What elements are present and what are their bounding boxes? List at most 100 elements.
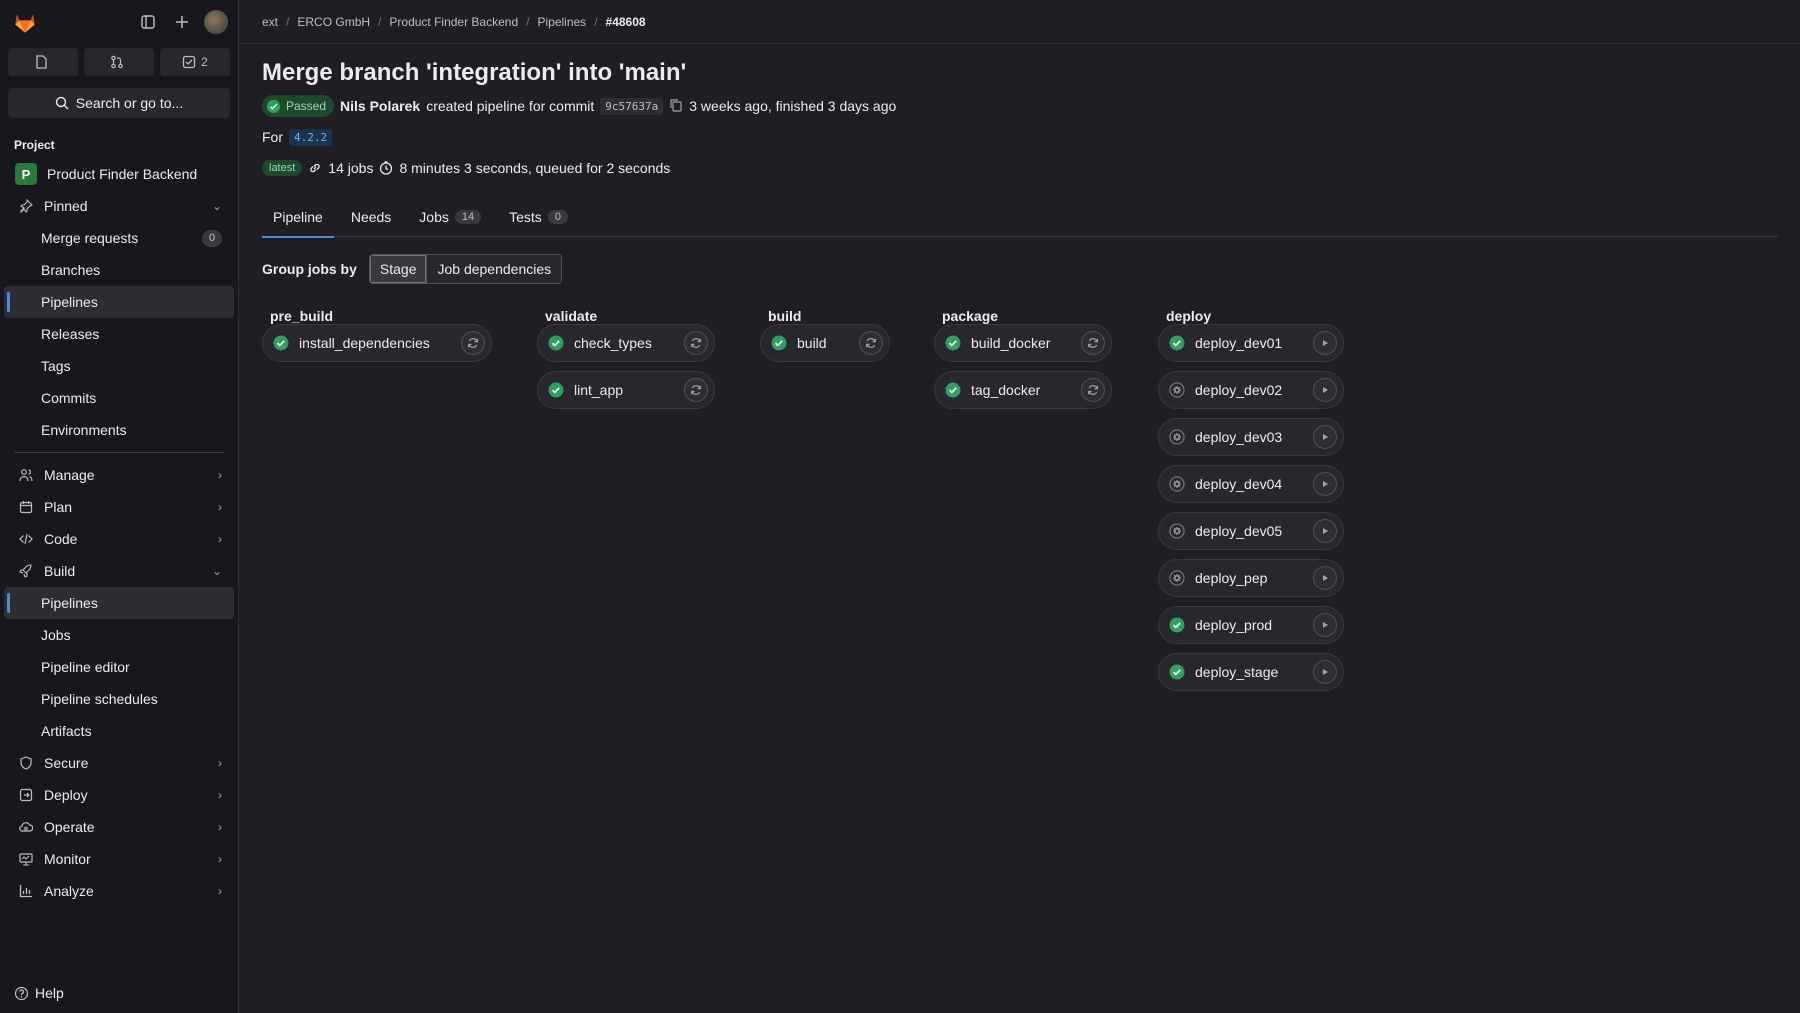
sidebar-item-label: Releases bbox=[41, 326, 100, 342]
play-icon[interactable] bbox=[1313, 472, 1337, 496]
search-button[interactable]: Search or go to... bbox=[8, 88, 230, 118]
sidebar-item-artifacts[interactable]: Artifacts bbox=[4, 715, 234, 747]
sidebar-item-label: Deploy bbox=[44, 787, 88, 803]
play-icon[interactable] bbox=[1313, 519, 1337, 543]
sidebar-item-pipeline-schedules[interactable]: Pipeline schedules bbox=[4, 683, 234, 715]
tab-label: Needs bbox=[350, 209, 392, 225]
main-content: ext / ERCO GmbH / Product Finder Backend… bbox=[240, 0, 1800, 1013]
clock-icon bbox=[380, 161, 393, 175]
retry-icon[interactable] bbox=[1081, 331, 1105, 355]
retry-icon[interactable] bbox=[461, 331, 485, 355]
job-pill[interactable]: tag_docker bbox=[934, 371, 1112, 409]
sidebar-item-secure[interactable]: Secure › bbox=[4, 747, 234, 779]
status-badge[interactable]: Passed bbox=[262, 95, 335, 117]
sidebar-item-code[interactable]: Code › bbox=[4, 523, 234, 555]
sidebar-item-jobs[interactable]: Jobs bbox=[4, 619, 234, 651]
group-by-dependencies-button[interactable]: Job dependencies bbox=[427, 255, 562, 283]
tab-jobs[interactable]: Jobs 14 bbox=[408, 197, 492, 237]
pinned-label: Pinned bbox=[44, 198, 88, 214]
play-icon[interactable] bbox=[1313, 425, 1337, 449]
for-label: For bbox=[262, 129, 283, 145]
job-pill[interactable]: build bbox=[760, 324, 890, 362]
tab-pipeline[interactable]: Pipeline bbox=[262, 197, 334, 238]
breadcrumb-group[interactable]: ERCO GmbH bbox=[297, 15, 370, 29]
project-name: Product Finder Backend bbox=[47, 166, 198, 182]
sidebar-item-branches[interactable]: Branches bbox=[4, 254, 234, 286]
sidebar-item-build[interactable]: Build ⌄ bbox=[4, 555, 234, 587]
job-name: install_dependencies bbox=[299, 335, 430, 351]
job-pill[interactable]: deploy_stage bbox=[1158, 653, 1344, 691]
retry-icon[interactable] bbox=[1081, 378, 1105, 402]
sidebar-item-deploy[interactable]: Deploy › bbox=[4, 779, 234, 811]
status-success-icon bbox=[548, 335, 564, 351]
sidebar-pinned-toggle[interactable]: Pinned ⌄ bbox=[4, 190, 234, 222]
plus-icon[interactable] bbox=[170, 10, 194, 34]
job-pill[interactable]: deploy_dev01 bbox=[1158, 324, 1344, 362]
sidebar-item-manage[interactable]: Manage › bbox=[4, 459, 234, 491]
collapse-sidebar-icon[interactable] bbox=[136, 10, 160, 34]
todos-counter[interactable]: 2 bbox=[160, 48, 230, 76]
job-pill[interactable]: lint_app bbox=[537, 371, 715, 409]
sidebar-item-pinned-pipelines[interactable]: Pipelines bbox=[4, 286, 234, 318]
status-success-icon bbox=[273, 335, 289, 351]
job-pill[interactable]: deploy_dev03 bbox=[1158, 418, 1344, 456]
sidebar-project-link[interactable]: P Product Finder Backend bbox=[4, 158, 234, 190]
monitor-icon bbox=[18, 851, 34, 867]
status-success-icon bbox=[1169, 335, 1185, 351]
job-pill[interactable]: install_dependencies bbox=[262, 324, 492, 362]
job-pill[interactable]: deploy_dev04 bbox=[1158, 465, 1344, 503]
job-pill[interactable]: deploy_prod bbox=[1158, 606, 1344, 644]
merge-requests-counter[interactable] bbox=[84, 48, 154, 76]
sidebar-item-operate[interactable]: Operate › bbox=[4, 811, 234, 843]
sidebar-divider bbox=[14, 452, 224, 453]
tab-needs[interactable]: Needs bbox=[340, 197, 402, 237]
sidebar-item-environments[interactable]: Environments bbox=[4, 414, 234, 446]
sidebar-item-merge-requests[interactable]: Merge requests 0 bbox=[4, 222, 234, 254]
job-pill[interactable]: deploy_pep bbox=[1158, 559, 1344, 597]
author-link[interactable]: Nils Polarek bbox=[340, 98, 420, 114]
tab-tests[interactable]: Tests 0 bbox=[498, 197, 579, 237]
sidebar-item-tags[interactable]: Tags bbox=[4, 350, 234, 382]
job-pill[interactable]: check_types bbox=[537, 324, 715, 362]
gitlab-logo-icon[interactable] bbox=[12, 9, 38, 35]
help-button[interactable]: Help bbox=[14, 985, 64, 1001]
issues-icon bbox=[35, 55, 47, 69]
issues-counter[interactable] bbox=[8, 48, 78, 76]
play-icon[interactable] bbox=[1313, 378, 1337, 402]
sidebar-item-monitor[interactable]: Monitor › bbox=[4, 843, 234, 875]
play-icon[interactable] bbox=[1313, 566, 1337, 590]
sidebar-item-label: Environments bbox=[41, 422, 127, 438]
sidebar-item-commits[interactable]: Commits bbox=[4, 382, 234, 414]
sidebar-item-plan[interactable]: Plan › bbox=[4, 491, 234, 523]
breadcrumb-pipeline-id[interactable]: #48608 bbox=[606, 15, 646, 29]
breadcrumb-ext[interactable]: ext bbox=[262, 15, 278, 29]
status-manual-icon bbox=[1169, 429, 1185, 445]
sidebar-item-pipeline-editor[interactable]: Pipeline editor bbox=[4, 651, 234, 683]
job-pill[interactable]: build_docker bbox=[934, 324, 1112, 362]
copy-icon[interactable] bbox=[669, 98, 683, 115]
status-manual-icon bbox=[1169, 570, 1185, 586]
user-avatar[interactable] bbox=[204, 10, 228, 34]
sidebar-item-analyze[interactable]: Analyze › bbox=[4, 875, 234, 907]
stage-column: validate check_types lint_app bbox=[537, 308, 715, 409]
sidebar-item-build-pipelines[interactable]: Pipelines bbox=[4, 587, 234, 619]
retry-icon[interactable] bbox=[684, 378, 708, 402]
rocket-icon bbox=[18, 563, 34, 579]
job-pill[interactable]: deploy_dev05 bbox=[1158, 512, 1344, 550]
retry-icon[interactable] bbox=[684, 331, 708, 355]
sidebar-item-label: Build bbox=[44, 563, 76, 579]
group-by-stage-button[interactable]: Stage bbox=[369, 255, 428, 283]
breadcrumb-separator: / bbox=[286, 14, 290, 29]
breadcrumb-project[interactable]: Product Finder Backend bbox=[389, 15, 518, 29]
play-icon[interactable] bbox=[1313, 660, 1337, 684]
job-pill[interactable]: deploy_dev02 bbox=[1158, 371, 1344, 409]
ref-link[interactable]: 4.2.2 bbox=[289, 128, 333, 146]
commit-sha-link[interactable]: 9c57637a bbox=[600, 97, 664, 115]
retry-icon[interactable] bbox=[859, 331, 883, 355]
play-icon[interactable] bbox=[1313, 613, 1337, 637]
sidebar-item-releases[interactable]: Releases bbox=[4, 318, 234, 350]
group-jobs-by: Group jobs by Stage Job dependencies bbox=[262, 254, 1778, 284]
calendar-icon bbox=[18, 499, 34, 515]
play-icon[interactable] bbox=[1313, 331, 1337, 355]
breadcrumb-pipelines[interactable]: Pipelines bbox=[537, 15, 586, 29]
